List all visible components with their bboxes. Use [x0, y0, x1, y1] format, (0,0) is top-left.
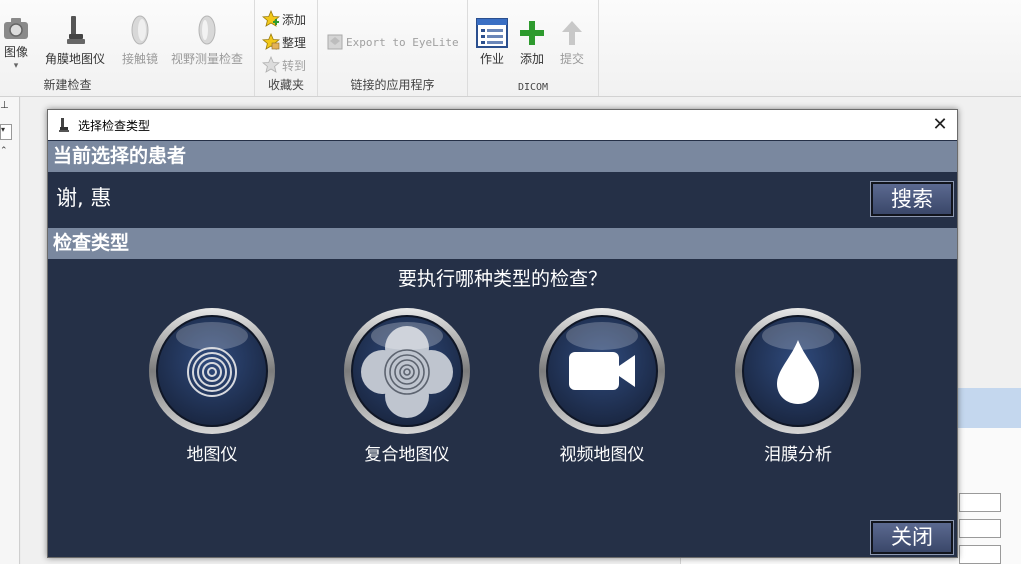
dicom-add-label: 添加: [519, 52, 544, 66]
patient-section-header: 当前选择的患者: [48, 141, 957, 172]
exam-type-question: 要执行哪种类型的检查？: [397, 268, 607, 290]
contact-lens-icon: [131, 15, 149, 45]
star-folder-icon: [262, 33, 280, 50]
details-input[interactable]: [959, 519, 1001, 538]
ribbon-toolbar: 图像 ▾ 角膜地图仪 接触镜 视野测量检查 新建检查 添加 整理 转到 收藏夹 …: [0, 0, 1021, 97]
patient-name: 谢, 惠: [56, 186, 112, 210]
export-app-icon: [327, 34, 343, 50]
favorites-goto-label: 转到: [282, 58, 307, 73]
selected-panel-row: [958, 388, 1021, 428]
export-eyelite-button[interactable]: Export to EyeLite: [326, 32, 459, 52]
favorites-goto-button[interactable]: 转到: [262, 55, 306, 75]
caret-up-icon[interactable]: ⌃: [0, 146, 12, 158]
chevron-down-icon: ▾: [13, 61, 19, 71]
exam-type-label: 复合地图仪: [364, 445, 450, 465]
dicom-submit-button[interactable]: 提交: [554, 14, 590, 72]
favorites-add-label: 添加: [282, 12, 307, 27]
exam-section-header: 检查类型: [48, 228, 957, 259]
video-camera-icon: [539, 308, 665, 434]
topography-label: 角膜地图仪: [44, 52, 105, 66]
details-input[interactable]: [959, 493, 1001, 512]
perimetry-icon: [198, 15, 216, 45]
perimetry-button[interactable]: 视野测量检查: [168, 14, 246, 72]
perimetry-label: 视野测量检查: [170, 52, 243, 66]
favorites-organize-label: 整理: [282, 35, 307, 50]
star-icon: [262, 56, 280, 73]
close-icon[interactable]: ✕: [929, 114, 951, 136]
details-input[interactable]: [959, 545, 1001, 564]
exam-type-video-topographer[interactable]: 视频地图仪: [527, 306, 677, 466]
select-exam-type-dialog: 选择检查类型 ✕ 当前选择的患者 谢, 惠 搜索 检查类型 要执行哪种类型的检查…: [47, 109, 958, 558]
camera-icon: [4, 18, 28, 39]
close-button[interactable]: 关闭: [870, 520, 954, 555]
favorites-add-button[interactable]: 添加: [262, 9, 306, 29]
rings-icon: [149, 308, 275, 434]
ribbon-group-new-exam: 图像 ▾ 角膜地图仪 接触镜 视野测量检查 新建检查: [0, 0, 255, 96]
topographer-icon: [59, 118, 69, 132]
exam-type-label: 泪膜分析: [764, 445, 832, 465]
exam-type-label: 地图仪: [186, 445, 238, 465]
ribbon-group-favorites: 添加 整理 转到 收藏夹: [255, 0, 318, 96]
ribbon-group-label: 新建检查: [43, 78, 92, 92]
topographer-icon: [67, 16, 85, 44]
topography-button[interactable]: 角膜地图仪: [42, 14, 108, 72]
ribbon-group-linked-apps: Export to EyeLite 链接的应用程序: [318, 0, 468, 96]
exam-type-composite-topographer[interactable]: 复合地图仪: [332, 306, 482, 466]
exam-type-topographer[interactable]: 地图仪: [137, 306, 287, 466]
ribbon-group-label: 链接的应用程序: [350, 78, 435, 92]
star-add-icon: [262, 10, 280, 27]
dicom-job-button[interactable]: 作业: [474, 14, 510, 72]
tear-drop-icon: [735, 308, 861, 434]
dicom-job-label: 作业: [479, 52, 504, 66]
exam-type-tear-film[interactable]: 泪膜分析: [723, 306, 873, 466]
camera-button[interactable]: 图像 ▾: [0, 14, 44, 72]
contact-lens-button[interactable]: 接触镜: [114, 14, 166, 72]
ribbon-group-label: DICOM: [517, 82, 549, 93]
dialog-title: 选择检查类型: [78, 118, 151, 133]
camera-label: 图像: [3, 45, 28, 59]
ribbon-group-dicom: 作业 添加 提交 DICOM: [468, 0, 599, 96]
left-dock-strip: [0, 97, 20, 564]
dicom-submit-label: 提交: [559, 52, 584, 66]
favorites-organize-button[interactable]: 整理: [262, 32, 306, 52]
worklist-icon: [476, 18, 508, 48]
exam-type-label: 视频地图仪: [559, 445, 645, 465]
dicom-add-button[interactable]: 添加: [514, 14, 550, 72]
search-button[interactable]: 搜索: [870, 181, 954, 217]
plus-icon: [520, 21, 544, 45]
composite-rings-icon: [344, 308, 470, 434]
dock-dropdown[interactable]: ▾: [0, 124, 12, 140]
arrow-up-icon: [562, 21, 582, 45]
ribbon-group-label: 收藏夹: [267, 78, 304, 92]
pin-icon[interactable]: ⊥: [0, 100, 16, 114]
export-eyelite-label: Export to EyeLite: [346, 35, 459, 49]
contact-lens-label: 接触镜: [121, 52, 158, 66]
dialog-titlebar[interactable]: 选择检查类型 ✕: [48, 110, 957, 140]
